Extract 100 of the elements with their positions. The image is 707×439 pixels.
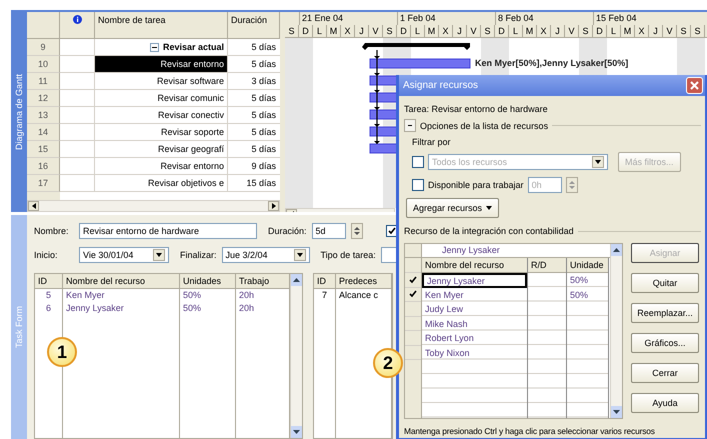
day-label: M	[327, 25, 341, 37]
row-number: 12	[27, 90, 60, 107]
column-header[interactable]: ID	[314, 274, 335, 289]
collapse-button[interactable]	[404, 119, 416, 132]
resource-cell[interactable]: Robert Lyon	[422, 331, 527, 346]
vertical-scrollbar[interactable]	[610, 244, 622, 418]
units-cell-text: 50%	[569, 274, 590, 287]
column-header[interactable]: Duración	[228, 12, 280, 39]
column-header[interactable]: Unidades	[180, 274, 235, 289]
resource-cell[interactable]: Judy Lew	[422, 302, 527, 316]
close-button[interactable]	[686, 77, 703, 94]
check-icon	[388, 227, 396, 235]
summary-bar[interactable]	[362, 43, 470, 50]
column-header[interactable]: Unidade	[567, 258, 608, 273]
day-label: D	[299, 25, 313, 37]
day-label: S	[285, 25, 299, 37]
day-label: J	[355, 25, 369, 37]
task-name-cell[interactable]: Revisar comunic	[95, 90, 228, 107]
column-header[interactable]: Predeces	[336, 274, 391, 289]
table-cell-text: Jenny Lysaker	[65, 302, 125, 315]
day-label: X	[341, 25, 355, 37]
day-label: D	[397, 25, 411, 37]
day-label: L	[509, 25, 523, 37]
table-cell-text: 50%	[182, 289, 202, 302]
resource-cell[interactable]: Toby Nixon	[422, 346, 527, 360]
section-label: Opciones de la lista de recursos	[420, 120, 548, 130]
task-name-cell[interactable]: Revisar entorno	[95, 158, 228, 175]
row-number: 10	[27, 56, 60, 73]
duration-field[interactable]: 5d	[312, 223, 346, 239]
add-resources-button[interactable]: Agregar recursos	[406, 198, 500, 218]
filter-checkbox[interactable]	[412, 156, 424, 168]
day-label: S	[383, 25, 397, 37]
row-number: 11	[27, 73, 60, 90]
finish-label: Finalizar:	[180, 250, 217, 260]
start-combo[interactable]: Vie 30/01/04	[79, 247, 169, 263]
day-label: L	[411, 25, 425, 37]
dialog-button[interactable]: Ayuda	[631, 393, 699, 413]
resource-cell[interactable]: Ken Myer	[422, 288, 527, 302]
info-icon	[72, 15, 82, 24]
day-label: M	[621, 25, 635, 37]
day-label: S	[677, 25, 691, 37]
column-header[interactable]: Trabajo	[236, 274, 289, 289]
column-header[interactable]: ID	[35, 274, 62, 289]
table-cell-text: 7	[320, 289, 328, 302]
task-name-cell[interactable]: Revisar actual	[95, 39, 228, 56]
day-label: X	[537, 25, 551, 37]
row-number: 14	[27, 124, 60, 141]
effort-checkbox[interactable]	[386, 225, 398, 237]
arrow-down-icon	[293, 430, 300, 434]
group-label: Recurso de la integración con contabilidad	[404, 226, 574, 236]
close-icon	[690, 81, 699, 90]
table-cell-text: 6	[44, 302, 52, 315]
start-label: Inicio:	[34, 250, 59, 260]
units-cell-text: 50%	[569, 288, 590, 302]
hint-text: Mantenga presionado Ctrl y haga clic para seleccionar varios recursos	[404, 426, 656, 438]
task-name-cell[interactable]: Revisar software	[95, 73, 228, 90]
caret-icon	[595, 160, 601, 164]
day-label: J	[649, 25, 663, 37]
column-header[interactable]: Nombre del recurso	[63, 274, 179, 289]
resource-cell[interactable]: Jenny Lysaker	[422, 273, 527, 288]
edit-field[interactable]: Jenny Lysaker	[422, 244, 610, 257]
task-name-cell[interactable]: Revisar conectiv	[95, 107, 228, 124]
table-cell-text: 50%	[182, 302, 202, 315]
spinner[interactable]	[350, 223, 363, 239]
day-label: M	[523, 25, 537, 37]
caret-icon	[486, 206, 492, 210]
dialog-title: Asignar recursos	[403, 80, 478, 91]
day-label: S	[579, 25, 593, 37]
dialog-button[interactable]: Cerrar	[631, 363, 699, 383]
available-checkbox[interactable]	[412, 179, 424, 191]
dialog-button[interactable]: Quitar	[631, 273, 699, 293]
day-label: J	[453, 25, 467, 37]
day-label: L	[313, 25, 327, 37]
dialog-button[interactable]: Reemplazar...	[631, 303, 699, 323]
minus-icon[interactable]	[150, 42, 159, 52]
horizontal-scrollbar[interactable]	[27, 200, 280, 212]
view-bar[interactable]: Diagrama de Gantt	[11, 12, 27, 212]
indicator-header[interactable]	[60, 12, 95, 39]
vertical-scrollbar[interactable]	[290, 274, 302, 438]
name-label: Nombre:	[34, 226, 70, 236]
day-label: V	[663, 25, 677, 37]
dialog-button[interactable]: Gráficos...	[631, 333, 699, 353]
day-label: X	[439, 25, 453, 37]
column-header[interactable]: R/D	[528, 258, 566, 273]
finish-combo[interactable]: Jue 3/2/04	[222, 247, 310, 263]
row-header[interactable]	[405, 288, 421, 302]
task-name-cell[interactable]: Revisar geografí	[95, 141, 228, 158]
task-name-cell[interactable]: Revisar objetivos e	[95, 175, 228, 192]
day-label: D	[495, 25, 509, 37]
resource-cell[interactable]: Mike Nash	[422, 316, 527, 331]
arrow-left-icon	[32, 203, 36, 209]
task-name-cell[interactable]: Revisar entorno	[95, 56, 228, 73]
row-number: 16	[27, 158, 60, 175]
arrow-up-icon	[293, 278, 300, 282]
caret-icon	[156, 253, 162, 257]
arrow-up-icon	[613, 248, 620, 252]
task-name-cell[interactable]: Revisar soporte	[95, 124, 228, 141]
column-header[interactable]: Nombre de tarea	[95, 12, 228, 39]
name-field[interactable]: Revisar entorno de hardware	[79, 223, 257, 239]
column-header[interactable]: Nombre del recurso	[422, 258, 527, 273]
